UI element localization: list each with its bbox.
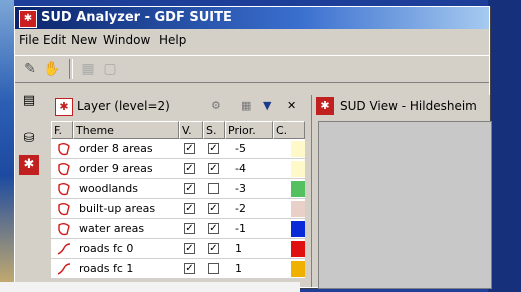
left-tool-strip: ▤ ⛁ ✱	[15, 87, 43, 287]
area-layer-icon	[58, 203, 70, 216]
area-layer-icon	[58, 163, 70, 176]
database-icon[interactable]: ⛁	[19, 129, 39, 149]
menu-file[interactable]: File	[19, 33, 39, 47]
square-icon[interactable]: ▢	[101, 60, 119, 78]
toolbar: ✎ ✋ ▦ ▢	[15, 55, 489, 83]
selectable-checkbox[interactable]: ✓	[208, 143, 219, 154]
line-layer-icon	[57, 263, 71, 275]
app-window: ✱ SUD Analyzer - GDF SUITE File Edit New…	[14, 6, 492, 289]
area-layer-icon	[58, 223, 70, 236]
map-canvas[interactable]	[318, 121, 492, 289]
layer-color-swatch[interactable]	[291, 181, 305, 197]
hand-icon[interactable]: ✋	[43, 60, 61, 78]
close-icon[interactable]: ✕	[287, 99, 296, 112]
chevron-down-icon[interactable]: ▼	[263, 99, 271, 112]
layer-theme-label: woodlands	[79, 182, 138, 195]
layer-color-swatch[interactable]	[291, 161, 305, 177]
col-header-prior[interactable]: Prior.	[225, 121, 273, 139]
sud-view-title: SUD View - Hildesheim	[340, 99, 477, 113]
sud-view-icon: ✱	[316, 97, 334, 115]
layer-theme-label: built-up areas	[79, 202, 156, 215]
layer-priority: -3	[235, 182, 246, 195]
filter-icon[interactable]: ⚙	[211, 99, 221, 112]
sud-logo-icon[interactable]: ✱	[19, 155, 39, 175]
col-header-c[interactable]: C.	[273, 121, 305, 139]
table-row[interactable]: order 9 areas ✓ ✓ -4	[51, 159, 305, 179]
table-row[interactable]: order 8 areas ✓ ✓ -5	[51, 139, 305, 159]
sud-view-panel: ✱ SUD View - Hildesheim	[311, 95, 492, 289]
visible-checkbox[interactable]: ✓	[184, 243, 195, 254]
table-row[interactable]: woodlands ✓ -3	[51, 179, 305, 199]
desktop-background	[0, 0, 14, 292]
visible-checkbox[interactable]: ✓	[184, 223, 195, 234]
area-layer-icon	[58, 143, 70, 156]
layer-theme-label: roads fc 1	[79, 262, 134, 275]
menu-bar: File Edit New Window Help	[15, 31, 489, 49]
selectable-checkbox[interactable]	[208, 183, 219, 194]
layer-priority: 1	[235, 262, 242, 275]
menu-window[interactable]: Window	[103, 33, 150, 47]
layer-icon: ✱	[55, 98, 73, 116]
window-icon[interactable]: ▤	[19, 91, 39, 111]
layer-color-swatch[interactable]	[291, 201, 305, 217]
selectable-checkbox[interactable]: ✓	[208, 163, 219, 174]
selectable-checkbox[interactable]	[208, 263, 219, 274]
desktop-background-right	[488, 0, 521, 292]
table-row[interactable]: roads fc 0 ✓ ✓ 1	[51, 239, 305, 259]
layer-theme-label: order 8 areas	[79, 142, 153, 155]
toolbar-separator	[69, 59, 73, 79]
layer-color-swatch[interactable]	[291, 141, 305, 157]
layer-priority: -2	[235, 202, 246, 215]
window-title: SUD Analyzer - GDF SUITE	[41, 10, 232, 25]
menu-help[interactable]: Help	[159, 33, 186, 47]
grid-small-icon[interactable]: ▦	[241, 99, 251, 112]
pencil-icon[interactable]: ✎	[21, 60, 39, 78]
layer-priority: 1	[235, 242, 242, 255]
col-header-theme[interactable]: Theme	[73, 121, 179, 139]
app-logo-icon: ✱	[19, 10, 37, 28]
area-layer-icon	[58, 183, 70, 196]
table-row[interactable]: roads fc 1 ✓ 1	[51, 259, 305, 279]
desktop-strip	[0, 282, 300, 292]
selectable-checkbox[interactable]: ✓	[208, 223, 219, 234]
menu-edit[interactable]: Edit	[43, 33, 66, 47]
visible-checkbox[interactable]: ✓	[184, 203, 195, 214]
layer-panel-header: ✱ Layer (level=2) ⚙ ▦ ▼ ✕	[51, 95, 305, 117]
table-row[interactable]: water areas ✓ ✓ -1	[51, 219, 305, 239]
visible-checkbox[interactable]: ✓	[184, 143, 195, 154]
title-bar[interactable]: ✱ SUD Analyzer - GDF SUITE	[15, 7, 489, 29]
layer-color-swatch[interactable]	[291, 221, 305, 237]
visible-checkbox[interactable]: ✓	[184, 263, 195, 274]
sud-view-header: ✱ SUD View - Hildesheim	[312, 95, 490, 117]
col-header-v[interactable]: V.	[179, 121, 203, 139]
col-header-f[interactable]: F.	[51, 121, 73, 139]
layer-panel: ✱ Layer (level=2) ⚙ ▦ ▼ ✕ F. Theme V. S.…	[51, 95, 305, 287]
layer-priority: -5	[235, 142, 246, 155]
layer-theme-label: order 9 areas	[79, 162, 153, 175]
col-header-s[interactable]: S.	[203, 121, 225, 139]
selectable-checkbox[interactable]: ✓	[208, 203, 219, 214]
table-row[interactable]: built-up areas ✓ ✓ -2	[51, 199, 305, 219]
selectable-checkbox[interactable]: ✓	[208, 243, 219, 254]
visible-checkbox[interactable]: ✓	[184, 163, 195, 174]
line-layer-icon	[57, 243, 71, 255]
layer-color-swatch[interactable]	[291, 261, 305, 277]
grid-icon[interactable]: ▦	[79, 60, 97, 78]
layer-panel-title: Layer (level=2)	[77, 99, 170, 113]
layer-theme-label: water areas	[79, 222, 145, 235]
menu-new[interactable]: New	[71, 33, 97, 47]
layer-priority: -4	[235, 162, 246, 175]
layer-theme-label: roads fc 0	[79, 242, 134, 255]
visible-checkbox[interactable]: ✓	[184, 183, 195, 194]
layer-color-swatch[interactable]	[291, 241, 305, 257]
layer-priority: -1	[235, 222, 246, 235]
